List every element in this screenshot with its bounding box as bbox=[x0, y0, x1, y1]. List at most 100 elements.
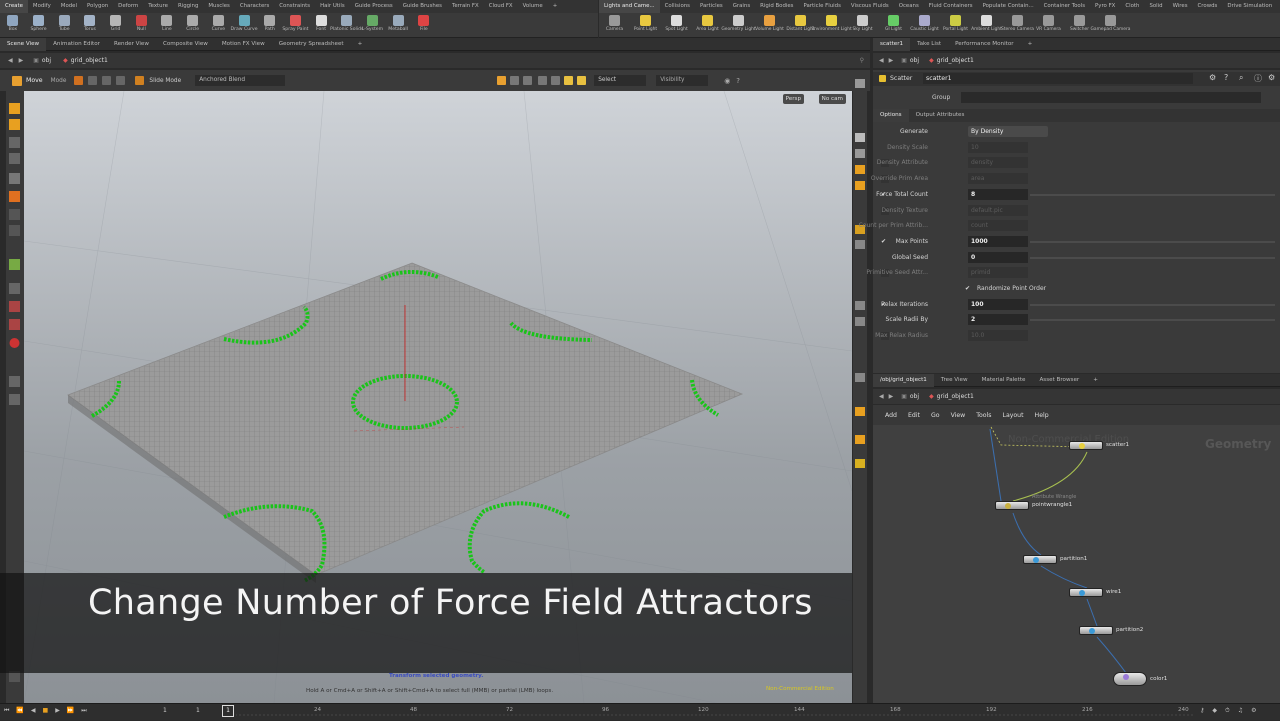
zoom-tool-icon[interactable] bbox=[9, 153, 20, 164]
param-slider[interactable] bbox=[1030, 303, 1275, 306]
path-obj[interactable]: obj bbox=[42, 57, 51, 64]
pivot-icon[interactable] bbox=[116, 76, 126, 85]
help-icon[interactable]: ? bbox=[736, 77, 740, 85]
shelf-tab[interactable]: Rigid Bodies bbox=[755, 0, 798, 13]
shelf-tool-stereo-camera[interactable]: Stereo Camera bbox=[1001, 13, 1034, 32]
shelf-tab[interactable]: Lights and Came... bbox=[599, 0, 660, 13]
shelf-tool-volume-light[interactable]: Volume Light bbox=[754, 13, 785, 32]
path-obj[interactable]: obj bbox=[910, 393, 919, 400]
shelf-tool-path[interactable]: Path bbox=[257, 13, 283, 32]
shelf-tool-environment-light[interactable]: Environment Light bbox=[811, 13, 852, 32]
pose-tool-icon[interactable] bbox=[9, 173, 20, 184]
forward-arrow-icon[interactable]: ▶ bbox=[889, 57, 894, 64]
shelf-tool-line[interactable]: Line bbox=[154, 13, 180, 32]
panel-tab[interactable]: + bbox=[351, 38, 370, 51]
shelf-tab[interactable]: Pyro FX bbox=[1090, 0, 1120, 13]
move-tool-icon[interactable] bbox=[12, 75, 22, 86]
shading-icon[interactable] bbox=[855, 149, 865, 158]
pin-icon[interactable]: ⚲ bbox=[860, 57, 864, 64]
shelf-tool-curve[interactable]: Curve bbox=[206, 13, 232, 32]
light-mode-icon[interactable] bbox=[855, 165, 865, 174]
path-obj[interactable]: obj bbox=[910, 57, 919, 64]
select-vertices-icon[interactable] bbox=[577, 76, 587, 85]
panel-tab[interactable]: scatter1 bbox=[873, 37, 911, 51]
shelf-tool-spot-light[interactable]: Spot Light bbox=[661, 13, 692, 32]
shelf-tab[interactable]: Terrain FX bbox=[447, 0, 484, 13]
shelf-tab[interactable]: Fluid Containers bbox=[924, 0, 978, 13]
wireframe-icon[interactable] bbox=[855, 181, 865, 190]
view-tool-icon[interactable] bbox=[9, 137, 20, 148]
light-icon[interactable] bbox=[9, 259, 20, 270]
param-slider[interactable] bbox=[1030, 319, 1275, 322]
param-slider[interactable] bbox=[1030, 193, 1275, 196]
shelf-tab[interactable]: Collisions bbox=[660, 0, 695, 13]
display-icon[interactable] bbox=[9, 394, 20, 405]
slide-mode-label[interactable]: Slide Mode bbox=[149, 78, 181, 84]
node-partition1[interactable] bbox=[1023, 555, 1057, 564]
shelf-tool-vr-camera[interactable]: VR Camera bbox=[1033, 13, 1064, 32]
panel-tab[interactable]: Asset Browser bbox=[1032, 374, 1086, 387]
display-primnum-icon[interactable] bbox=[855, 373, 865, 382]
keyframe-icon[interactable]: ◆ bbox=[1212, 707, 1217, 715]
handle-tool-icon[interactable] bbox=[9, 191, 20, 202]
shelf-tab[interactable]: Grains bbox=[728, 0, 755, 13]
shelf-tool-tube[interactable]: Tube bbox=[51, 13, 77, 32]
magnet-snap-icon[interactable] bbox=[9, 338, 20, 348]
shelf-tool-circle[interactable]: Circle bbox=[180, 13, 206, 32]
param-field[interactable]: 0 bbox=[968, 251, 1028, 263]
shelf-tab[interactable]: Hair Utils bbox=[315, 0, 350, 13]
path-node[interactable]: grid_object1 bbox=[937, 57, 974, 64]
panel-tab[interactable]: Tree View bbox=[934, 374, 975, 387]
current-frame-marker[interactable]: 1 bbox=[222, 705, 234, 717]
node-name-field[interactable]: scatter1 bbox=[923, 73, 1193, 84]
select-edges-icon[interactable] bbox=[551, 76, 561, 85]
jump-end-icon[interactable]: ⏭ bbox=[81, 707, 86, 715]
shelf-tab[interactable]: Solid bbox=[1144, 0, 1167, 13]
checkbox-checked[interactable]: ✔ bbox=[881, 238, 889, 246]
start-frame[interactable]: 1 bbox=[163, 707, 167, 714]
display-options-icon[interactable]: ◉ bbox=[724, 77, 730, 85]
shelf-tool-torus[interactable]: Torus bbox=[77, 13, 103, 32]
shelf-tool-area-light[interactable]: Area Light bbox=[692, 13, 723, 32]
shelf-tool-sky-light[interactable]: Sky Light bbox=[847, 13, 878, 32]
stop-icon[interactable]: ■ bbox=[43, 707, 49, 715]
shelf-tab[interactable]: Polygon bbox=[82, 0, 113, 13]
shelf-tab[interactable]: + bbox=[548, 0, 563, 13]
toggle-checkbox[interactable]: ✔ bbox=[965, 285, 973, 293]
paint-select-icon[interactable] bbox=[523, 76, 533, 85]
shelf-tab[interactable]: Wires bbox=[1168, 0, 1193, 13]
param-subtab[interactable]: Output Attributes bbox=[909, 109, 972, 122]
shelf-tab[interactable]: Characters bbox=[235, 0, 274, 13]
panel-tab[interactable]: /obj/grid_object1 bbox=[873, 373, 934, 387]
param-slider[interactable] bbox=[1030, 240, 1275, 243]
shelf-tab[interactable]: Guide Brushes bbox=[398, 0, 447, 13]
settings-icon[interactable]: ⚙ bbox=[1268, 73, 1275, 82]
shelf-tab[interactable]: Guide Process bbox=[350, 0, 398, 13]
shelf-tab[interactable]: Cloud FX bbox=[484, 0, 518, 13]
shelf-tool-spray-paint[interactable]: Spray Paint bbox=[282, 13, 308, 32]
select-mode-icon[interactable] bbox=[497, 76, 507, 85]
shelf-tab[interactable]: Particle Fluids bbox=[799, 0, 846, 13]
timeline-ruler[interactable]: 24 48 72 96 120 144 168 192 216 240 bbox=[236, 704, 1196, 721]
node-pointwrangle1[interactable] bbox=[995, 501, 1029, 510]
network-menu-item[interactable]: Help bbox=[1035, 412, 1049, 419]
shelf-tool-portal-light[interactable]: Portal Light bbox=[940, 13, 971, 32]
display-points-icon[interactable] bbox=[855, 301, 865, 310]
forward-arrow-icon[interactable]: ▶ bbox=[889, 393, 894, 400]
shelf-tool-caustic-light[interactable]: Caustic Light bbox=[909, 13, 940, 32]
panel-tab[interactable]: Animation Editor bbox=[46, 38, 107, 51]
render-region-icon[interactable] bbox=[9, 209, 20, 220]
snap-icon[interactable] bbox=[102, 76, 112, 85]
node-scatter1[interactable] bbox=[1069, 441, 1103, 450]
shelf-tool-draw-curve[interactable]: Draw Curve bbox=[231, 13, 258, 32]
step-forward-icon[interactable]: ⏩ bbox=[67, 707, 74, 715]
panel-tab[interactable]: Geometry Spreadsheet bbox=[272, 38, 351, 51]
shelf-tool-camera[interactable]: Camera bbox=[599, 13, 630, 32]
template-icon[interactable] bbox=[9, 319, 20, 330]
shelf-tab[interactable]: Create bbox=[0, 0, 28, 13]
panel-tab[interactable]: Performance Monitor bbox=[948, 38, 1021, 51]
magnet-icon[interactable] bbox=[88, 76, 98, 85]
shelf-tool-l-system[interactable]: L-System bbox=[360, 13, 386, 32]
home-view-icon[interactable] bbox=[855, 79, 865, 88]
shelf-tool-null[interactable]: Null bbox=[128, 13, 154, 32]
